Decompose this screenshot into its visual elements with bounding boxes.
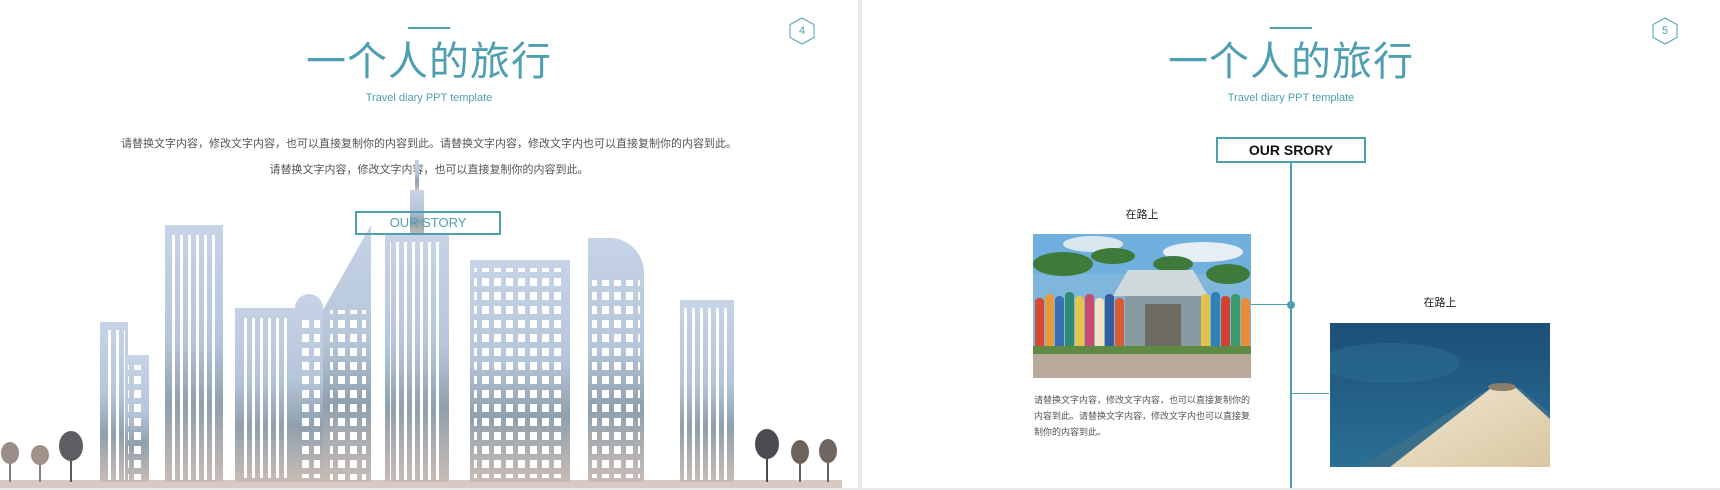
slide-title: 一个人的旅行 (1168, 39, 1414, 85)
slide-5: 一个人的旅行 Travel diary PPT template 5 OUR S… (862, 0, 1720, 488)
title-accent-bar (1270, 27, 1312, 29)
photo-caption: 在路上 (1423, 296, 1457, 309)
photo-description: 请替换文字内容，修改文字内容，也可以直接复制你的内容到此。请替换文字内容，修改文… (1034, 396, 1251, 438)
page-number: 5 (1661, 25, 1669, 37)
slide-4: 一个人的旅行 Travel diary PPT template 4 请替换文字… (0, 0, 858, 488)
slide-subtitle: Travel diary PPT template (1227, 92, 1355, 104)
surfboards-photo (1033, 234, 1251, 378)
our-story-label: OUR SRORY (1216, 137, 1366, 163)
timeline-connector (1250, 304, 1292, 305)
slide-title: 一个人的旅行 (306, 39, 552, 85)
timeline-line (1290, 163, 1292, 488)
timeline-connector (1291, 393, 1329, 394)
page-number-badge: 5 (1652, 17, 1678, 45)
page-number: 4 (798, 25, 806, 37)
our-story-button[interactable]: OUR STORY (355, 211, 501, 235)
mountain-photo (1330, 323, 1550, 467)
title-accent-bar (408, 27, 450, 29)
body-text-line-1: 请替换文字内容，修改文字内容，也可以直接复制你的内容到此。请替换文字内容，修改文… (121, 137, 737, 150)
photo-caption: 在路上 (1125, 208, 1159, 221)
timeline-dot (1287, 301, 1295, 309)
slide-subtitle: Travel diary PPT template (365, 92, 493, 104)
city-skyline-illustration (0, 160, 842, 488)
page-number-badge: 4 (789, 17, 815, 45)
